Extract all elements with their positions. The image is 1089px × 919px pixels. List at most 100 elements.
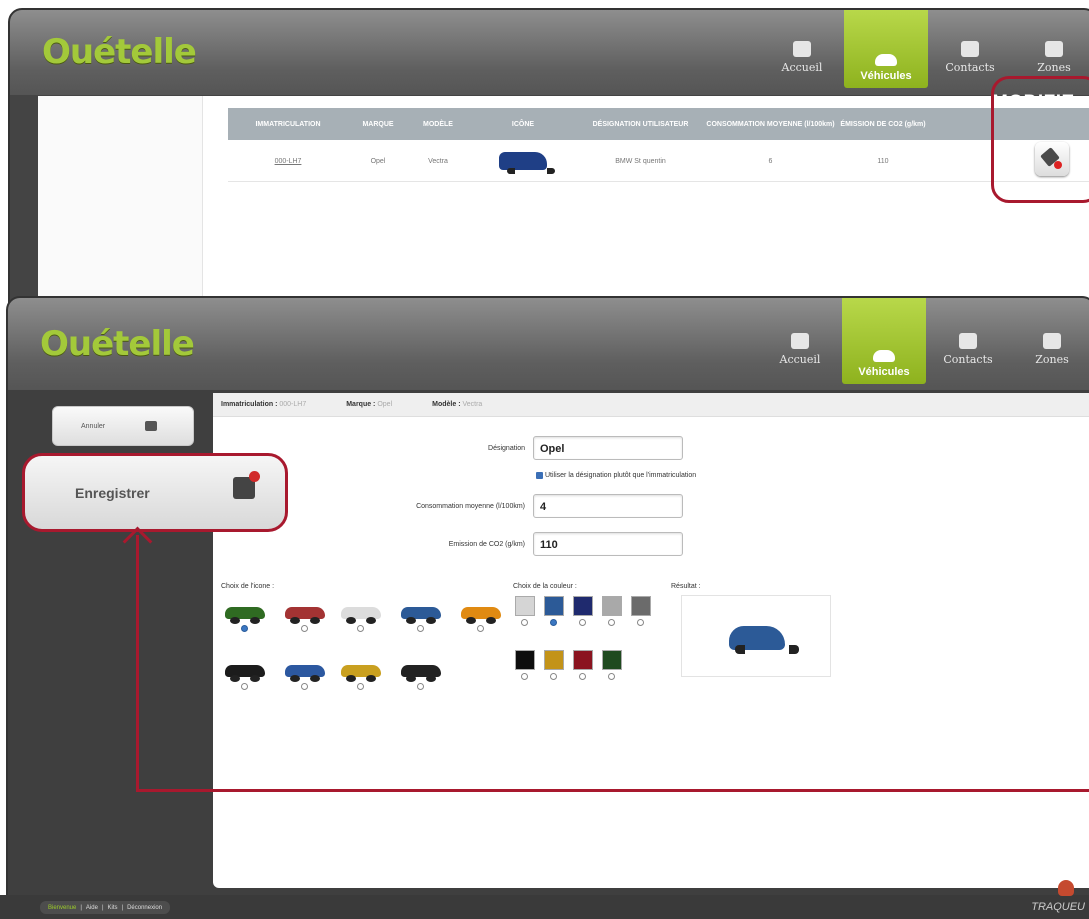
vehicle-table-header: IMMATRICULATION MARQUE MODÈLE ICÔNE DÉSI… [228,108,1089,140]
nav-contacts[interactable]: Contacts [926,298,1010,372]
designation-label: Désignation [488,444,525,452]
header-emission[interactable]: ÉMISSION DE CO2 (g/km) [838,121,928,128]
cell-consommation: 6 [768,158,773,165]
top-bar: Ouételle Accueil Véhicules Contacts Zone… [10,10,1089,95]
nav-label: Véhicules [860,70,912,82]
header-immatriculation[interactable]: IMMATRICULATION [228,121,348,128]
header-icone: ICÔNE [511,120,535,128]
cell-immatriculation[interactable]: 000-LH7 [228,158,348,165]
header-modele[interactable]: MODÈLE [408,121,468,128]
table-row[interactable]: 000-LH7 Opel Vectra BMW St quentin 6 110 [228,142,1089,182]
consommation-input[interactable]: 4 [533,494,683,518]
wheel [366,675,376,682]
black-suv-icon[interactable] [225,661,265,682]
top-bar: Ouételle Accueil Véhicules Contacts Zone… [8,298,1089,390]
color-swatch[interactable] [573,596,593,616]
nav-zones[interactable]: Zones [1012,10,1089,80]
icon-radio[interactable] [357,683,364,690]
footer-link-aide[interactable]: Aide [86,905,98,911]
cell-icone [468,151,578,174]
designation-input[interactable]: Opel [533,436,683,460]
nav-contacts[interactable]: Contacts [928,10,1012,80]
color-swatch[interactable] [544,596,564,616]
header-designation[interactable]: DÉSIGNATION UTILISATEUR [578,121,703,128]
app-logo[interactable]: Ouételle [42,32,197,72]
wheel [406,617,416,624]
nav-accueil[interactable]: Accueil [760,10,844,80]
nav-label: Zones [1037,61,1071,74]
color-swatch[interactable] [515,650,535,670]
wheel [426,617,436,624]
icon-radio[interactable] [241,625,248,632]
nav-accueil[interactable]: Accueil [758,298,842,372]
vehicle-edit-window: Ouételle Accueil Véhicules Contacts Zone… [6,296,1089,919]
icon-radio[interactable] [241,683,248,690]
nav-vehicules[interactable]: Véhicules [842,298,926,384]
info-marque: Marque : Opel [346,401,392,408]
icon-radio[interactable] [417,625,424,632]
icon-radio[interactable] [301,683,308,690]
zone-icon [1043,333,1061,349]
callout-arrow-line [136,535,139,791]
icon-radio[interactable] [357,625,364,632]
preview-car-icon [729,626,799,654]
color-radio[interactable] [608,619,615,626]
checkbox-checked[interactable] [536,472,543,479]
color-radio[interactable] [637,619,644,626]
footer-link-welcome[interactable]: Bienvenue [48,905,76,911]
color-swatch[interactable] [631,596,651,616]
footer-link-kits[interactable]: Kits [108,905,118,911]
icon-radio[interactable] [477,625,484,632]
address-book-icon [959,333,977,349]
color-swatch[interactable] [602,650,622,670]
separator: | [121,904,124,911]
cell-marque: Opel [370,158,386,165]
icon-radio[interactable] [417,683,424,690]
boat-icon[interactable] [401,661,441,682]
wheel [290,617,300,624]
header-marque[interactable]: MARQUE [348,121,408,128]
color-swatch[interactable] [573,650,593,670]
color-radio[interactable] [550,619,557,626]
footer-link-deconnexion[interactable]: Déconnexion [127,905,162,911]
emission-input[interactable]: 110 [533,532,683,556]
nav-zones[interactable]: Zones [1010,298,1089,372]
address-book-icon [961,41,979,57]
nav-vehicules[interactable]: Véhicules [844,10,928,88]
color-swatch[interactable] [544,650,564,670]
header-consommation[interactable]: CONSOMMATION MOYENNE (l/100km) [703,121,838,128]
callout-arrow-line [136,789,1089,792]
color-radio[interactable] [521,619,528,626]
info-label: Immatriculation : [221,401,278,408]
app-logo[interactable]: Ouételle [40,324,195,364]
construction-vehicle-icon[interactable] [341,661,381,682]
green-car-icon[interactable] [225,603,265,624]
orange-car-icon[interactable] [461,603,501,624]
blue-hatchback-icon[interactable] [401,603,441,624]
result-preview [681,595,831,677]
icon-radio[interactable] [301,625,308,632]
vehicle-info-bar: Immatriculation : 000-LH7 Marque : Opel … [213,393,1089,417]
modify-callout-highlight [991,76,1089,203]
color-radio[interactable] [579,619,586,626]
color-radio[interactable] [521,673,528,680]
color-swatch[interactable] [515,596,535,616]
main-nav: Accueil Véhicules Contacts Zones [758,298,1089,390]
consommation-label: Consommation moyenne (l/100km) [416,502,525,510]
blue-van-icon[interactable] [285,661,325,682]
cancel-button[interactable]: Annuler [52,406,194,446]
cell-emission: 110 [877,158,889,165]
home-icon [793,41,811,57]
cancel-label: Annuler [81,422,106,430]
emission-label: Emission de CO2 (g/km) [448,540,525,548]
info-label: Modèle : [432,401,461,408]
designation-row: Désignation Opel [363,436,683,460]
color-radio[interactable] [608,673,615,680]
cell-designation: BMW St quentin [615,158,666,165]
motorbike-icon[interactable] [285,603,325,624]
color-radio[interactable] [550,673,557,680]
use-designation-checkbox-row[interactable]: Utiliser la désignation plutôt que l'imm… [536,472,696,479]
color-swatch[interactable] [602,596,622,616]
color-radio[interactable] [579,673,586,680]
white-car-icon[interactable] [341,603,381,624]
